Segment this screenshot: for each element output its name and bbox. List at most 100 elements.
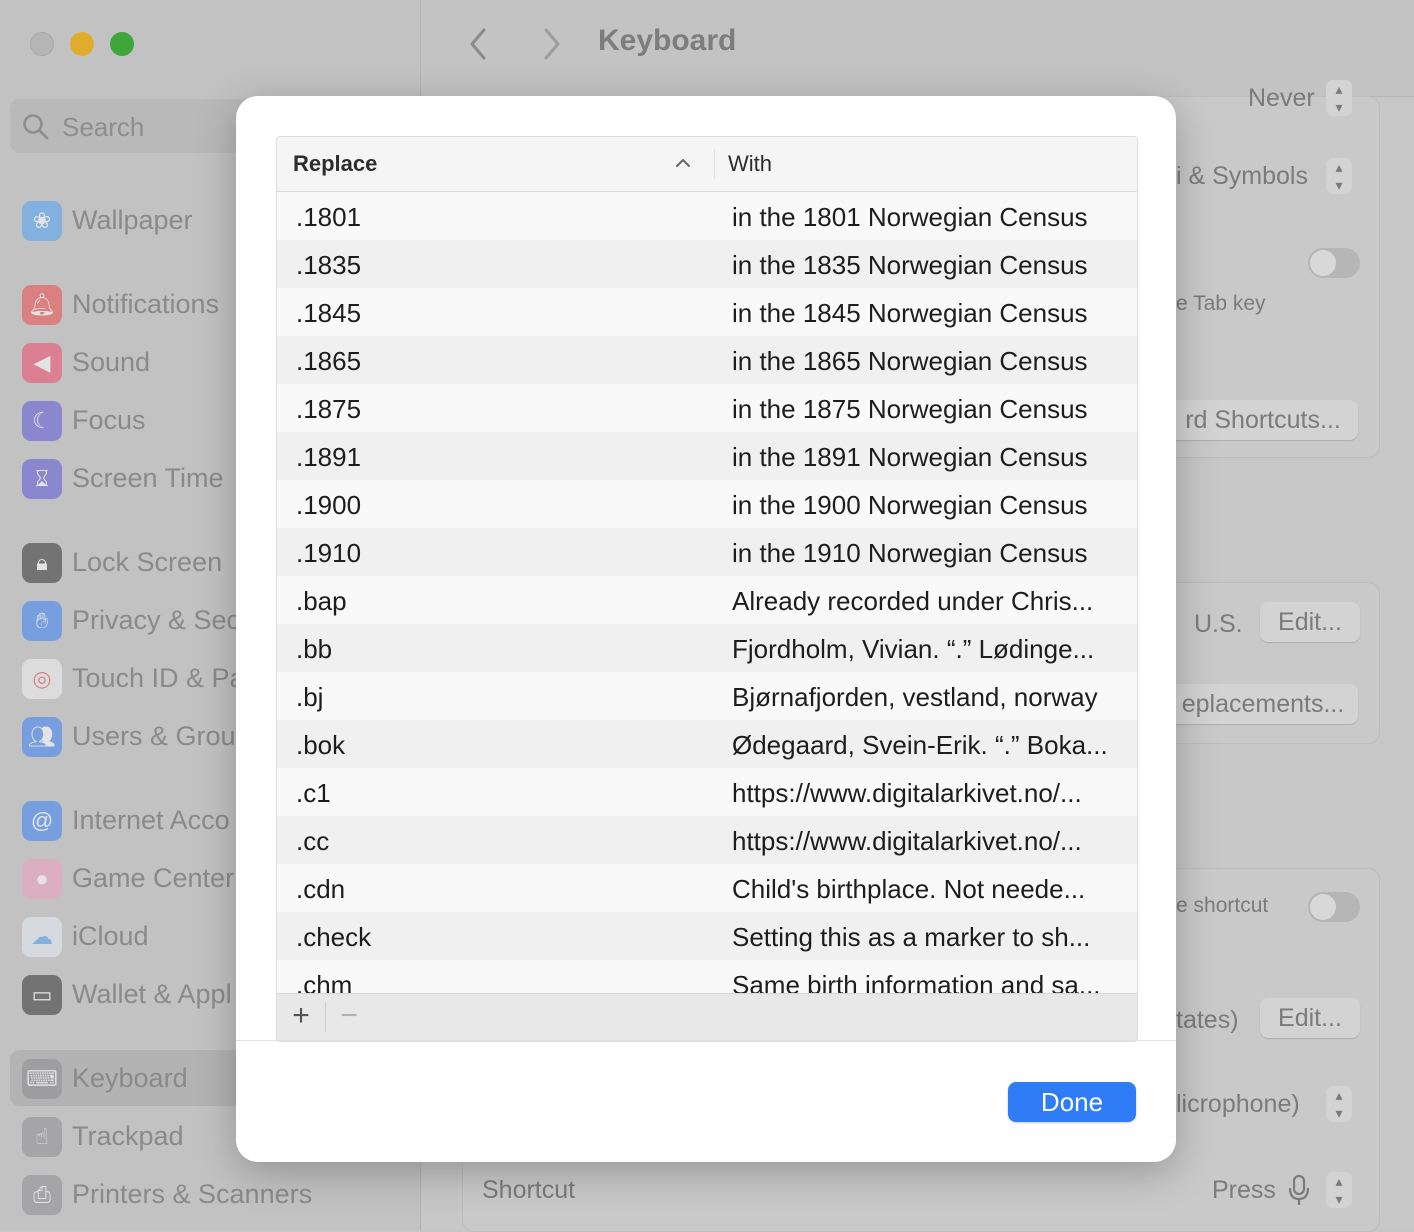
with-cell[interactable]: Ødegaard, Svein-Erik. “.” Boka... — [732, 730, 1122, 761]
with-cell[interactable]: in the 1900 Norwegian Census — [732, 490, 1122, 521]
never-popup-stepper[interactable]: ▴ ▾ — [1326, 80, 1352, 116]
done-button[interactable]: Done — [1008, 1082, 1136, 1122]
replace-cell[interactable]: .bap — [296, 586, 347, 617]
with-cell[interactable]: in the 1891 Norwegian Census — [732, 442, 1122, 473]
table-row[interactable]: .1845 in the 1845 Norwegian Census — [277, 288, 1137, 336]
tab-key-label: e Tab key — [1176, 292, 1266, 315]
replace-cell[interactable]: .1845 — [296, 298, 361, 329]
sidebar-item-label: Focus — [72, 405, 146, 435]
add-replacement-button[interactable]: + — [287, 1001, 315, 1032]
replace-cell[interactable]: .1910 — [296, 538, 361, 569]
remove-replacement-button[interactable]: − — [335, 1001, 363, 1032]
sidebar-item-label: Users & Grou — [72, 721, 236, 751]
with-cell[interactable]: https://www.digitalarkivet.no/... — [732, 826, 1122, 857]
replace-cell[interactable]: .1801 — [296, 202, 361, 233]
with-cell[interactable]: in the 1910 Norwegian Census — [732, 538, 1122, 569]
sidebar-item-label: Trackpad — [72, 1121, 184, 1151]
table-row[interactable]: .1865 in the 1865 Norwegian Census — [277, 336, 1137, 384]
dictation-toggle[interactable] — [1308, 892, 1360, 922]
sidebar-item-printers[interactable]: ⎙ Printers & Scanners — [20, 1171, 420, 1219]
close-window-button[interactable] — [30, 32, 54, 56]
with-cell[interactable]: Already recorded under Chris... — [732, 586, 1122, 617]
with-cell[interactable]: Fjordholm, Vivian. “.” Lødinge... — [732, 634, 1122, 665]
with-cell[interactable]: in the 1875 Norwegian Census — [732, 394, 1122, 425]
page-title: Keyboard — [598, 24, 737, 57]
with-cell[interactable]: Setting this as a marker to sh... — [732, 922, 1122, 953]
with-cell[interactable]: in the 1801 Norwegian Census — [732, 202, 1122, 233]
search-placeholder: Search — [62, 112, 145, 142]
with-cell[interactable]: in the 1845 Norwegian Census — [732, 298, 1122, 329]
with-cell[interactable]: Bjørnafjorden, vestland, norway — [732, 682, 1122, 713]
sidebar-item-label: Keyboard — [72, 1063, 188, 1093]
replace-cell[interactable]: .1891 — [296, 442, 361, 473]
sidebar-item-label: Touch ID & Pa — [72, 663, 245, 693]
table-row[interactable]: .check Setting this as a marker to sh... — [277, 912, 1137, 960]
with-cell[interactable]: https://www.digitalarkivet.no/... — [732, 778, 1122, 809]
forward-button[interactable] — [536, 26, 566, 62]
emoji-popup-stepper[interactable]: ▴ ▾ — [1326, 158, 1352, 194]
replace-cell[interactable]: .c1 — [296, 778, 331, 809]
replace-cell[interactable]: .1900 — [296, 490, 361, 521]
sidebar-item-label: Wallet & Appl — [72, 979, 232, 1009]
keyboard-navigation-toggle[interactable] — [1308, 248, 1360, 278]
table-row[interactable]: .cdn Child's birthplace. Not neede... — [277, 864, 1137, 912]
sidebar-item-label: Screen Time — [72, 463, 224, 493]
table-row[interactable]: .cc https://www.digitalarkivet.no/... — [277, 816, 1137, 864]
keyboard-icon: ⌨︎ — [22, 1059, 62, 1099]
table-row[interactable]: .bb Fjordholm, Vivian. “.” Lødinge... — [277, 624, 1137, 672]
sidebar-item-label: Lock Screen — [72, 547, 223, 577]
sheet-divider — [236, 1040, 1176, 1041]
table-row[interactable]: .1900 in the 1900 Norwegian Census — [277, 480, 1137, 528]
sort-ascending-icon[interactable] — [675, 155, 691, 171]
sidebar-item-label: iCloud — [72, 921, 149, 951]
sidebar-item-label: Wallpaper — [72, 205, 193, 235]
table-row[interactable]: .bok Ødegaard, Svein-Erik. “.” Boka... — [277, 720, 1137, 768]
table-row[interactable]: .bj Bjørnafjorden, vestland, norway — [277, 672, 1137, 720]
table-row[interactable]: .1801 in the 1801 Norwegian Census — [277, 192, 1137, 240]
fingerprint-icon: ◎ — [22, 659, 62, 699]
input-sources-edit-button[interactable]: Edit... — [1260, 602, 1360, 642]
replace-cell[interactable]: .check — [296, 922, 371, 953]
table-row[interactable]: .1891 in the 1891 Norwegian Census — [277, 432, 1137, 480]
replace-cell[interactable]: .cc — [296, 826, 329, 857]
replace-cell[interactable]: .bj — [296, 682, 323, 713]
keyboard-shortcuts-button[interactable]: rd Shortcuts... — [1168, 400, 1358, 440]
users-icon: 👥︎ — [22, 717, 62, 757]
text-replacements-button[interactable]: eplacements... — [1168, 684, 1358, 724]
column-header-with[interactable]: With — [728, 151, 772, 177]
microphone-source-label: licrophone) — [1176, 1090, 1300, 1118]
focus-icon: ☾ — [22, 401, 62, 441]
sound-icon: ◀︎ — [22, 343, 62, 383]
column-header-replace[interactable]: Replace — [293, 151, 377, 177]
table-row[interactable]: .1875 in the 1875 Norwegian Census — [277, 384, 1137, 432]
replace-cell[interactable]: .bb — [296, 634, 332, 665]
back-button[interactable] — [464, 26, 494, 62]
with-cell[interactable]: in the 1865 Norwegian Census — [732, 346, 1122, 377]
replace-cell[interactable]: .cdn — [296, 874, 345, 905]
microphone-icon — [1288, 1174, 1310, 1205]
table-row[interactable]: .chm Same birth information and sa... — [277, 960, 1137, 993]
minimize-window-button[interactable] — [70, 32, 94, 56]
language-label: tates) — [1176, 1006, 1239, 1034]
notifications-icon: 🔔︎ — [22, 285, 62, 325]
microphone-popup-stepper[interactable]: ▴ ▾ — [1326, 1086, 1352, 1122]
with-cell[interactable]: Child's birthplace. Not neede... — [732, 874, 1122, 905]
shortcut-popup-stepper[interactable]: ▴ ▾ — [1326, 1172, 1352, 1208]
input-source-label: U.S. — [1194, 610, 1243, 638]
with-cell[interactable]: Same birth information and sa... — [732, 970, 1122, 993]
dictation-language-edit-button[interactable]: Edit... — [1260, 998, 1360, 1038]
zoom-window-button[interactable] — [110, 32, 134, 56]
with-cell[interactable]: in the 1835 Norwegian Census — [732, 250, 1122, 281]
printer-icon: ⎙ — [22, 1175, 62, 1215]
table-row[interactable]: .1910 in the 1910 Norwegian Census — [277, 528, 1137, 576]
replace-cell[interactable]: .1865 — [296, 346, 361, 377]
replace-cell[interactable]: .1835 — [296, 250, 361, 281]
table-row[interactable]: .c1 https://www.digitalarkivet.no/... — [277, 768, 1137, 816]
table-row[interactable]: .1835 in the 1835 Norwegian Census — [277, 240, 1137, 288]
replace-cell[interactable]: .bok — [296, 730, 345, 761]
table-row[interactable]: .bap Already recorded under Chris... — [277, 576, 1137, 624]
lock-icon: 🔒︎ — [22, 543, 62, 583]
replace-cell[interactable]: .chm — [296, 970, 352, 993]
column-divider[interactable] — [714, 149, 715, 179]
replace-cell[interactable]: .1875 — [296, 394, 361, 425]
